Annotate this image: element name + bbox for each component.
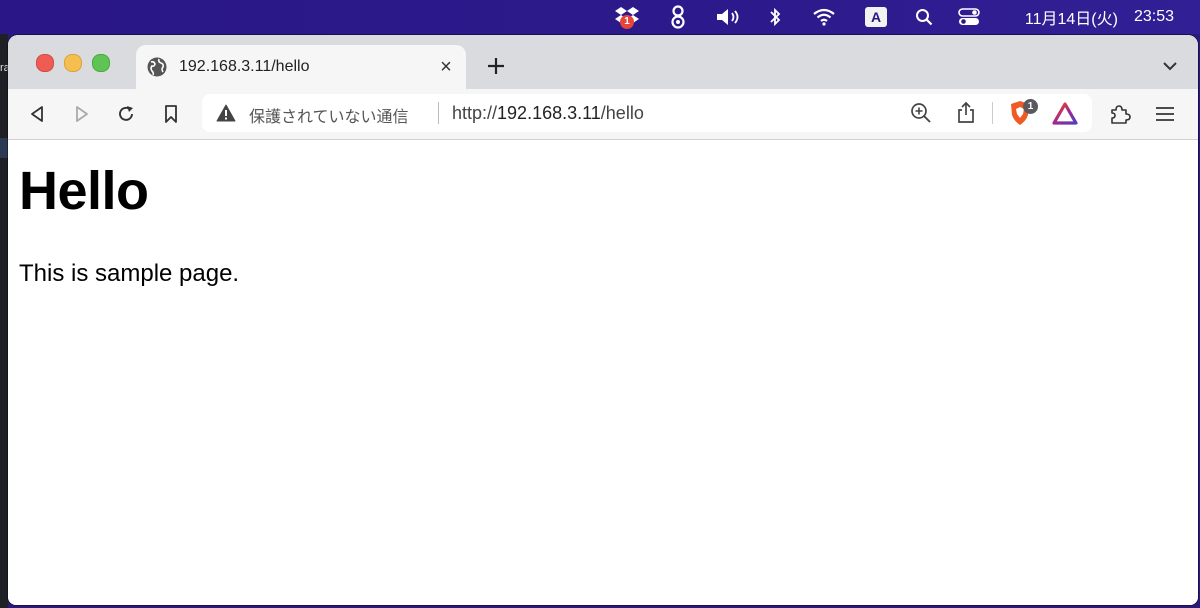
close-window-button[interactable] [36, 54, 54, 72]
zoom-window-button[interactable] [92, 54, 110, 72]
forward-icon [76, 106, 88, 122]
url-text[interactable]: http://192.168.3.11/hello [452, 103, 644, 124]
klack-icon[interactable] [667, 0, 689, 34]
chevron-down-icon [1163, 62, 1177, 71]
new-tab-button[interactable] [484, 54, 508, 78]
control-center-icon[interactable] [956, 0, 982, 34]
background-window-bar [0, 138, 8, 158]
url-path: /hello [600, 103, 644, 123]
input-source-label: A [865, 7, 887, 27]
warning-icon[interactable] [216, 104, 236, 122]
wifi-icon[interactable] [810, 0, 838, 34]
plus-icon [488, 58, 504, 74]
input-source-icon[interactable]: A [864, 0, 888, 34]
background-window-text: ra [0, 62, 8, 74]
url-host: 192.168.3.11 [497, 103, 601, 123]
tab-close-icon[interactable]: × [436, 56, 456, 78]
forward-button[interactable] [69, 101, 95, 127]
shields-count-badge: 1 [1023, 99, 1038, 114]
address-bar[interactable]: 保護されていない通信 http://192.168.3.11/hello 1 [202, 94, 1092, 132]
page-content: Hello This is sample page. [8, 140, 1198, 605]
back-icon [31, 106, 43, 122]
menubar-date: 11月14日(火) [1024, 11, 1118, 28]
browser-window: 192.168.3.11/hello × 保護されていない通信 http://1… [8, 35, 1198, 605]
minimize-window-button[interactable] [64, 54, 82, 72]
page-heading: Hello [19, 161, 149, 221]
bluetooth-icon[interactable] [765, 0, 785, 34]
url-scheme: http:// [452, 103, 498, 123]
address-bar-divider [438, 102, 439, 124]
bookmark-icon [165, 105, 177, 123]
reload-button[interactable] [113, 101, 139, 127]
toolbar: 保護されていない通信 http://192.168.3.11/hello 1 [8, 89, 1198, 140]
bookmark-button[interactable] [158, 101, 184, 127]
share-icon[interactable] [955, 101, 977, 125]
menubar-time: 23:53 [1133, 8, 1174, 25]
hamburger-icon [1156, 107, 1174, 121]
menubar-clock[interactable]: 11月14日(火) 23:53 [1025, 0, 1174, 34]
dropbox-badge: 1 [620, 15, 634, 29]
spotlight-icon[interactable] [912, 0, 936, 34]
tab-title: 192.168.3.11/hello [179, 58, 310, 75]
dropbox-icon[interactable]: 1 [612, 0, 642, 34]
reload-icon [119, 106, 133, 121]
zoom-in-icon[interactable] [910, 102, 932, 124]
brave-rewards-icon[interactable] [1052, 102, 1078, 126]
background-window-sliver: ra [0, 34, 8, 608]
page-paragraph: This is sample page. [19, 260, 240, 287]
extensions-button[interactable] [1107, 101, 1133, 127]
security-label[interactable]: 保護されていない通信 [249, 103, 409, 127]
macos-menubar: 1 A 11月14日(火) 23:53 [0, 0, 1200, 34]
volume-icon[interactable] [714, 0, 744, 34]
puzzle-icon [1111, 105, 1131, 124]
tab-list-button[interactable] [1160, 56, 1180, 76]
menu-button[interactable] [1152, 101, 1178, 127]
globe-icon [147, 57, 167, 77]
address-bar-divider-2 [992, 102, 993, 124]
tab-strip: 192.168.3.11/hello × [8, 35, 1198, 89]
back-button[interactable] [24, 101, 50, 127]
tab-active[interactable]: 192.168.3.11/hello × [136, 45, 466, 89]
